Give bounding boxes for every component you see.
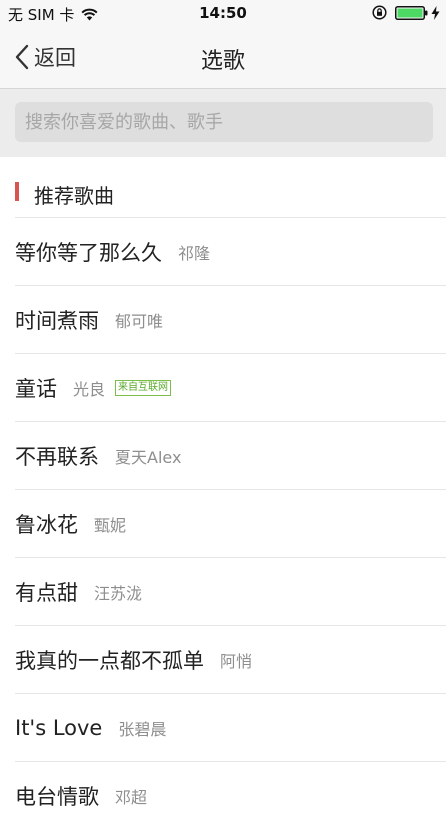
- song-title: 电台情歌: [15, 784, 99, 809]
- section-accent-bar: [15, 182, 19, 201]
- back-label: 返回: [34, 46, 76, 70]
- song-title: 等你等了那么久: [15, 240, 162, 265]
- song-artist: 阿悄: [220, 651, 253, 671]
- search-area: [0, 89, 446, 157]
- song-artist: 祁隆: [178, 243, 211, 263]
- charging-bolt-icon: [431, 5, 440, 20]
- song-title: 有点甜: [15, 580, 78, 605]
- song-artist: 汪苏泷: [94, 583, 143, 603]
- song-row-you-dian-tian[interactable]: 有点甜 汪苏泷: [15, 557, 446, 625]
- song-row-lu-bing-hua[interactable]: 鲁冰花 甄妮: [15, 489, 446, 557]
- song-artist: 邓超: [115, 787, 148, 807]
- song-row-its-love[interactable]: It's Love 张碧晨: [15, 693, 446, 761]
- song-artist: 甄妮: [94, 515, 127, 535]
- song-row-shi-jian[interactable]: 时间煮雨 郁可唯: [15, 285, 446, 353]
- song-row-dian-tai[interactable]: 电台情歌 邓超: [15, 761, 446, 829]
- song-artist: 光良: [73, 379, 106, 399]
- status-right: [372, 5, 440, 20]
- source-tag: 来自互联网: [115, 379, 172, 396]
- rotation-lock-icon: [372, 5, 387, 20]
- search-input[interactable]: [15, 102, 433, 142]
- song-artist: 郁可唯: [115, 311, 164, 331]
- chevron-left-icon: [15, 44, 29, 70]
- section-title: 推荐歌曲: [34, 184, 114, 208]
- status-bar: 无 SIM 卡 14:50: [0, 0, 446, 28]
- battery-icon: [395, 5, 428, 20]
- song-row-deng-ni[interactable]: 等你等了那么久 祁隆: [15, 217, 446, 285]
- nav-bar: 返回 选歌: [0, 28, 446, 89]
- song-row-wo-zhen-de[interactable]: 我真的一点都不孤单 阿悄: [15, 625, 446, 693]
- song-title: 时间煮雨: [15, 308, 99, 333]
- song-title: 童话: [15, 376, 57, 401]
- section-header: 推荐歌曲: [0, 157, 446, 217]
- song-row-bu-zai[interactable]: 不再联系 夏天Alex: [15, 421, 446, 489]
- song-title: 鲁冰花: [15, 512, 78, 537]
- song-title: 我真的一点都不孤单: [15, 648, 204, 673]
- song-list: 等你等了那么久 祁隆 时间煮雨 郁可唯 童话 光良 来自互联网 不再联系 夏天A…: [0, 217, 446, 829]
- song-artist: 张碧晨: [118, 719, 167, 739]
- song-title: 不再联系: [15, 444, 99, 469]
- song-title: It's Love: [15, 715, 103, 740]
- song-row-tong-hua[interactable]: 童话 光良 来自互联网: [15, 353, 446, 421]
- song-artist: 夏天Alex: [115, 447, 182, 467]
- back-button[interactable]: 返回: [14, 42, 76, 72]
